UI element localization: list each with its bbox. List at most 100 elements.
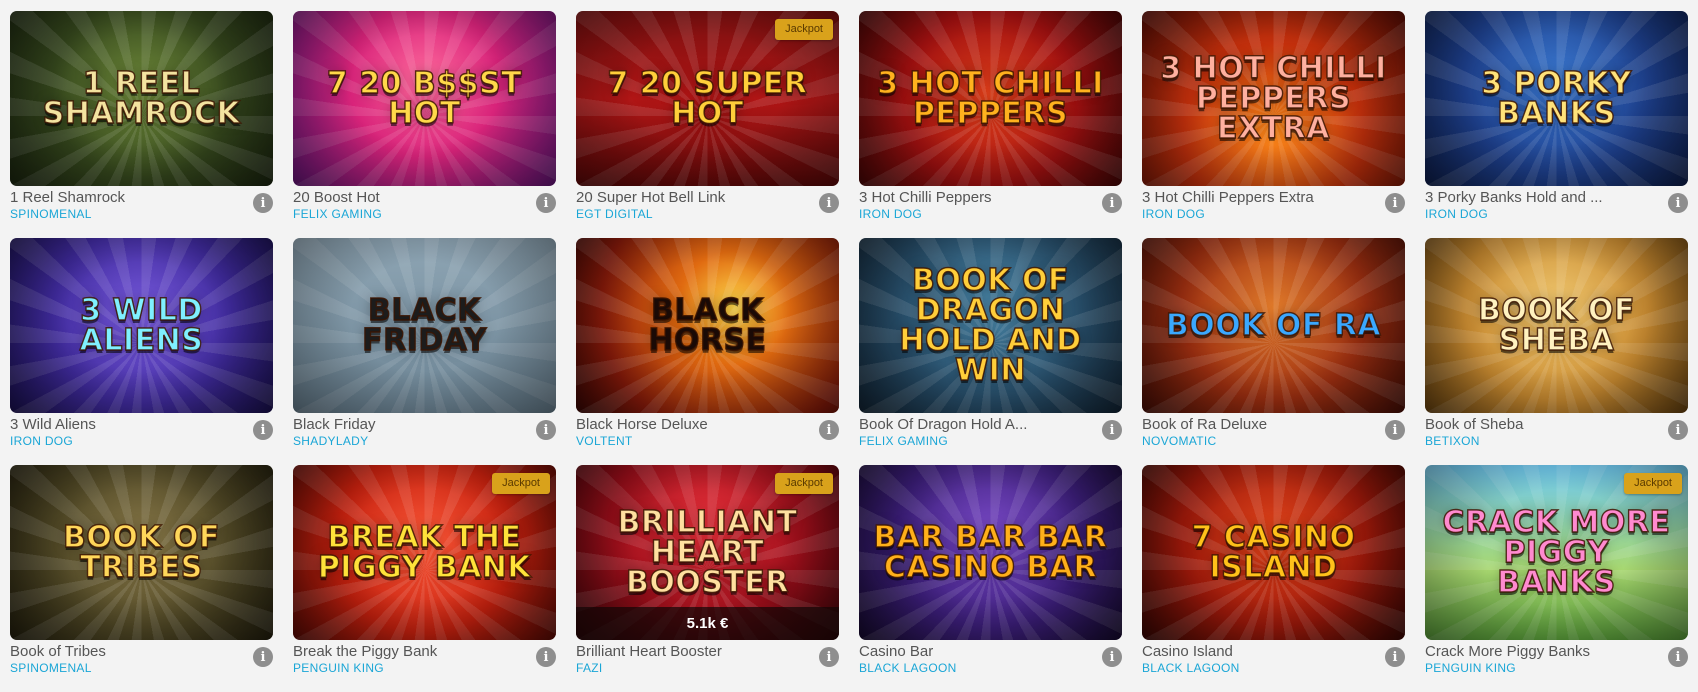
info-icon[interactable]: i (1102, 647, 1122, 667)
game-logo-text: Bar Bar Bar Casino Bar (873, 519, 1108, 585)
game-logo-text: 3 Hot Chilli Peppers Extra (1160, 50, 1387, 146)
game-thumbnail[interactable]: 7 20 B$$ST HOT (293, 11, 556, 186)
game-thumbnail[interactable]: Book of Dragon Hold and Win (859, 238, 1122, 413)
game-thumbnail[interactable]: Bar Bar Bar Casino Bar (859, 465, 1122, 640)
game-card-3-wild-aliens[interactable]: 3 Wild Aliens 3 Wild Aliens IRON DOG i (10, 238, 273, 465)
info-icon[interactable]: i (1385, 420, 1405, 440)
game-thumbnail[interactable]: Brilliant Heart Booster Jackpot 5.1k € (576, 465, 839, 640)
game-thumbnail[interactable]: 3 Porky Banks (1425, 11, 1688, 186)
game-provider[interactable]: IRON DOG (859, 207, 922, 221)
game-provider[interactable]: BETIXON (1425, 434, 1480, 448)
info-icon[interactable]: i (819, 647, 839, 667)
game-name[interactable]: 20 Super Hot Bell Link (576, 189, 801, 206)
info-icon[interactable]: i (819, 193, 839, 213)
info-icon[interactable]: i (253, 420, 273, 440)
game-thumbnail[interactable]: 3 Wild Aliens (10, 238, 273, 413)
game-card-brilliant-heart-booster[interactable]: Brilliant Heart Booster Jackpot 5.1k € Bril… (576, 465, 839, 692)
game-thumbnail[interactable]: 3 Hot Chilli Peppers Extra (1142, 11, 1405, 186)
game-thumbnail[interactable]: Crack More Piggy Banks Jackpot (1425, 465, 1688, 640)
game-thumbnail[interactable]: Book of Sheba (1425, 238, 1688, 413)
game-name[interactable]: Casino Bar (859, 643, 1084, 660)
game-provider[interactable]: FELIX GAMING (859, 434, 948, 448)
game-thumbnail[interactable]: Book of Ra (1142, 238, 1405, 413)
game-provider[interactable]: SPINOMENAL (10, 661, 92, 675)
game-provider[interactable]: VOLTENT (576, 434, 633, 448)
game-name[interactable]: Book of Tribes (10, 643, 235, 660)
game-name[interactable]: 3 Hot Chilli Peppers (859, 189, 1084, 206)
game-name[interactable]: Break the Piggy Bank (293, 643, 518, 660)
game-provider[interactable]: IRON DOG (1142, 207, 1205, 221)
game-card-3-hot-chilli-peppers[interactable]: 3 Hot Chilli Peppers 3 Hot Chilli Peppers… (859, 11, 1122, 238)
game-card-crack-more-piggy-banks[interactable]: Crack More Piggy Banks Jackpot Crack More … (1425, 465, 1688, 692)
game-provider[interactable]: SPINOMENAL (10, 207, 92, 221)
info-icon[interactable]: i (1102, 193, 1122, 213)
info-icon[interactable]: i (253, 647, 273, 667)
game-logo-text: Black Horse (648, 292, 767, 358)
info-icon[interactable]: i (1668, 193, 1688, 213)
game-name[interactable]: Black Horse Deluxe (576, 416, 801, 433)
game-thumbnail[interactable]: 1 Reel Shamrock (10, 11, 273, 186)
info-icon[interactable]: i (536, 193, 556, 213)
game-thumbnail[interactable]: 7 Casino Island (1142, 465, 1405, 640)
game-thumbnail[interactable]: Book of Tribes (10, 465, 273, 640)
game-name[interactable]: Black Friday (293, 416, 518, 433)
game-thumbnail[interactable]: Black Friday (293, 238, 556, 413)
game-provider[interactable]: IRON DOG (1425, 207, 1488, 221)
game-card-20-boost-hot[interactable]: 7 20 B$$ST HOT 20 Boost Hot FELIX GAMING i (293, 11, 556, 238)
info-icon[interactable]: i (1668, 647, 1688, 667)
game-card-1-reel-shamrock[interactable]: 1 Reel Shamrock 1 Reel Shamrock SPINOMENAL… (10, 11, 273, 238)
game-name[interactable]: 20 Boost Hot (293, 189, 518, 206)
game-card-break-the-piggy-bank[interactable]: Break the Piggy Bank Jackpot Break the Pig… (293, 465, 556, 692)
game-logo-text: 7 20 B$$ST HOT (326, 65, 523, 131)
game-provider[interactable]: NOVOMATIC (1142, 434, 1216, 448)
game-card-3-porky-banks-hold-and[interactable]: 3 Porky Banks 3 Porky Banks Hold and ... I… (1425, 11, 1688, 238)
game-meta: Book of Ra Deluxe NOVOMATIC i (1142, 413, 1405, 465)
game-name[interactable]: Book of Ra Deluxe (1142, 416, 1367, 433)
game-card-book-of-sheba[interactable]: Book of Sheba Book of Sheba BETIXON i (1425, 238, 1688, 465)
game-provider[interactable]: IRON DOG (10, 434, 73, 448)
game-logo-text: Crack More Piggy Banks (1442, 504, 1671, 600)
game-card-black-friday[interactable]: Black Friday Black Friday SHADYLADY i (293, 238, 556, 465)
game-card-3-hot-chilli-peppers-extra[interactable]: 3 Hot Chilli Peppers Extra 3 Hot Chilli P… (1142, 11, 1405, 238)
game-provider[interactable]: PENGUIN KING (293, 661, 384, 675)
game-provider[interactable]: EGT DIGITAL (576, 207, 653, 221)
info-icon[interactable]: i (253, 193, 273, 213)
game-name[interactable]: Casino Island (1142, 643, 1367, 660)
game-card-20-super-hot-bell-link[interactable]: 7 20 Super Hot Jackpot 20 Super Hot Bell L… (576, 11, 839, 238)
info-icon[interactable]: i (536, 647, 556, 667)
game-provider[interactable]: BLACK LAGOON (1142, 661, 1240, 675)
game-card-casino-island[interactable]: 7 Casino Island Casino Island BLACK LAGOON… (1142, 465, 1405, 692)
game-card-book-of-dragon-hold-a[interactable]: Book of Dragon Hold and Win Book Of Drago… (859, 238, 1122, 465)
info-icon[interactable]: i (1385, 193, 1405, 213)
game-name[interactable]: Brilliant Heart Booster (576, 643, 801, 660)
game-name[interactable]: 3 Porky Banks Hold and ... (1425, 189, 1650, 206)
game-logo-text: Book of Sheba (1477, 292, 1636, 358)
jackpot-badge: Jackpot (775, 473, 833, 494)
game-card-black-horse-deluxe[interactable]: Black Horse Black Horse Deluxe VOLTENT i (576, 238, 839, 465)
info-icon[interactable]: i (1385, 647, 1405, 667)
game-provider[interactable]: FAZI (576, 661, 603, 675)
game-name[interactable]: 1 Reel Shamrock (10, 189, 235, 206)
game-card-book-of-tribes[interactable]: Book of Tribes Book of Tribes SPINOMENAL i (10, 465, 273, 692)
game-name[interactable]: Book Of Dragon Hold A... (859, 416, 1084, 433)
game-name[interactable]: 3 Wild Aliens (10, 416, 235, 433)
game-provider[interactable]: PENGUIN KING (1425, 661, 1516, 675)
game-card-casino-bar[interactable]: Bar Bar Bar Casino Bar Casino Bar BLACK LA… (859, 465, 1122, 692)
game-thumbnail[interactable]: 3 Hot Chilli Peppers (859, 11, 1122, 186)
game-provider[interactable]: FELIX GAMING (293, 207, 382, 221)
game-card-book-of-ra-deluxe[interactable]: Book of Ra Book of Ra Deluxe NOVOMATIC i (1142, 238, 1405, 465)
game-name[interactable]: Crack More Piggy Banks (1425, 643, 1650, 660)
game-meta: Break the Piggy Bank PENGUIN KING i (293, 640, 556, 692)
info-icon[interactable]: i (819, 420, 839, 440)
game-logo-text: Break the Piggy Bank (317, 519, 532, 585)
info-icon[interactable]: i (1668, 420, 1688, 440)
game-thumbnail[interactable]: Black Horse (576, 238, 839, 413)
game-name[interactable]: Book of Sheba (1425, 416, 1650, 433)
game-provider[interactable]: SHADYLADY (293, 434, 368, 448)
game-thumbnail[interactable]: Break the Piggy Bank Jackpot (293, 465, 556, 640)
info-icon[interactable]: i (1102, 420, 1122, 440)
info-icon[interactable]: i (536, 420, 556, 440)
game-provider[interactable]: BLACK LAGOON (859, 661, 957, 675)
game-thumbnail[interactable]: 7 20 Super Hot Jackpot (576, 11, 839, 186)
game-name[interactable]: 3 Hot Chilli Peppers Extra (1142, 189, 1367, 206)
